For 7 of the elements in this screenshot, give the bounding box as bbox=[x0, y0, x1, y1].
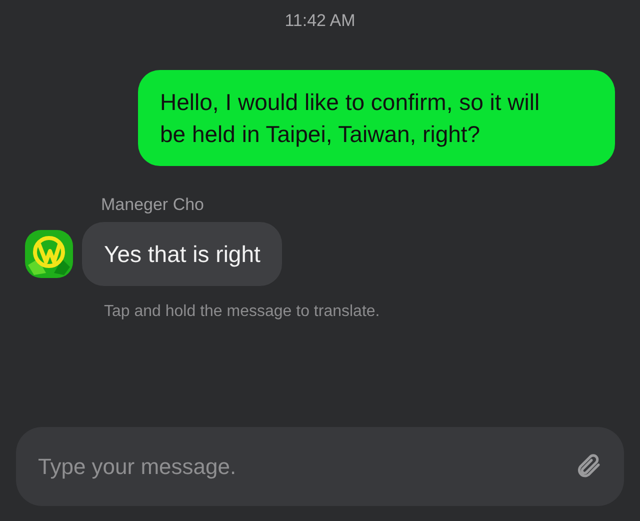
sent-message-bubble[interactable]: Hello, I would like to confirm, so it will be held in Taipei, Taiwan, right? bbox=[138, 70, 615, 166]
translate-hint: Tap and hold the message to translate. bbox=[104, 303, 380, 320]
timestamp: 11:42 AM bbox=[284, 10, 356, 32]
message-input[interactable]: Type your message. bbox=[16, 427, 624, 506]
avatar-logo-icon bbox=[24, 229, 74, 279]
received-message-bubble[interactable]: Yes that is right bbox=[82, 222, 282, 286]
sender-name: Maneger Cho bbox=[101, 194, 206, 216]
